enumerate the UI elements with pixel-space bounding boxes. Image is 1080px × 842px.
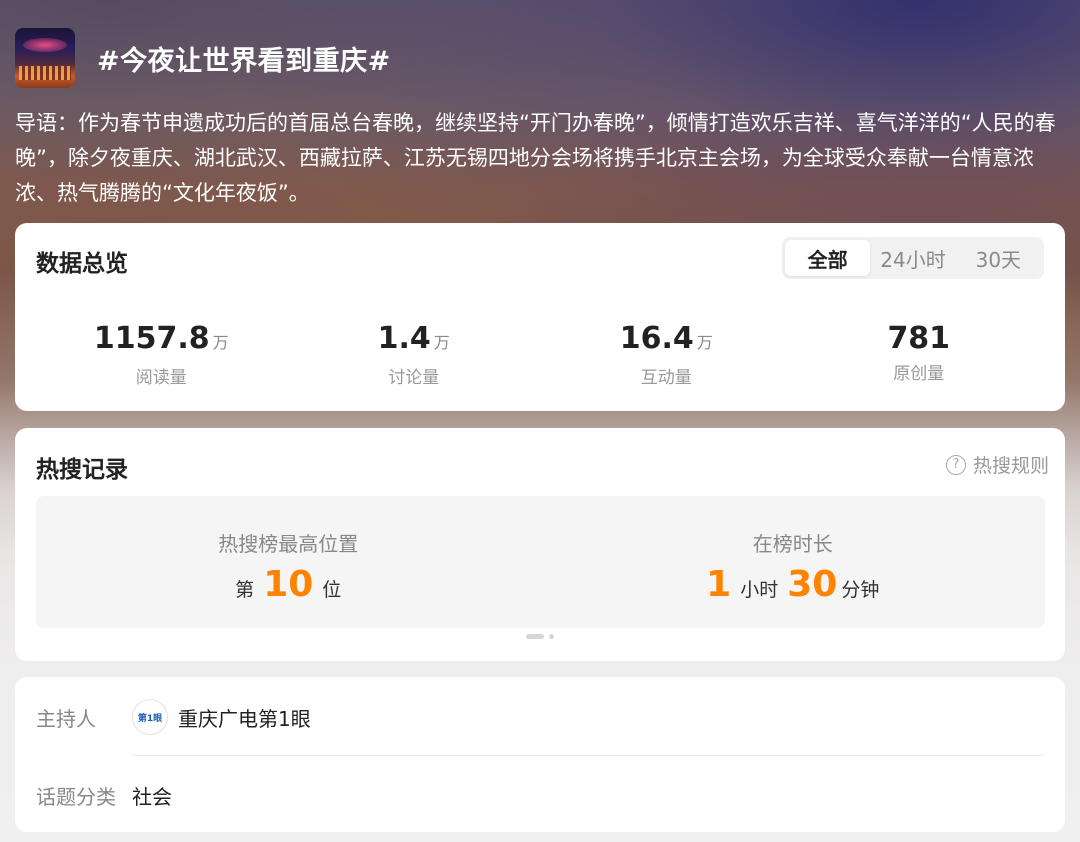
duration-label: 在榜时长 [752, 532, 833, 556]
host-label: 主持人 [36, 706, 96, 731]
topic-info-card: 主持人 第1眼 重庆广电第1眼 话题分类 社会 [15, 677, 1065, 832]
topic-title: #今夜让世界看到重庆# [97, 45, 391, 77]
duration-minutes: 30 [787, 564, 838, 605]
page-indicator [526, 634, 554, 639]
duration-hours: 1 [706, 564, 732, 605]
stat-interactions: 16.4 万 互动量 [540, 321, 793, 388]
hot-search-title: 热搜记录 [36, 457, 128, 483]
host-name[interactable]: 重庆广电第1眼 [178, 703, 311, 732]
peak-position-label: 热搜榜最高位置 [218, 532, 359, 556]
peak-suffix: 位 [322, 579, 342, 601]
category-label: 话题分类 [36, 784, 116, 809]
host-avatar[interactable]: 第1眼 [132, 699, 168, 735]
category-value: 社会 [132, 784, 172, 809]
stat-reads: 1157.8 万 阅读量 [35, 321, 288, 388]
stat-discussions: 1.4 万 讨论量 [288, 321, 541, 388]
hot-search-card: 热搜记录 ? 热搜规则 热搜榜最高位置 第 10 位 在榜时长 1 小时 30 … [15, 428, 1065, 661]
hot-search-stats: 热搜榜最高位置 第 10 位 在榜时长 1 小时 30 分钟 [36, 496, 1045, 628]
topic-header: #今夜让世界看到重庆# [15, 28, 391, 88]
duration-hours-unit: 小时 [740, 579, 779, 601]
page-indicator-active [526, 634, 544, 639]
tab-30d[interactable]: 30天 [956, 240, 1041, 276]
stats-row: 1157.8 万 阅读量 1.4 万 讨论量 16.4 万 互动量 781 原创量 [35, 321, 1045, 388]
stat-originals-value: 781 [887, 321, 951, 356]
peak-position: 热搜榜最高位置 第 10 位 [36, 496, 541, 628]
category-row: 话题分类 社会 [36, 777, 172, 813]
tab-24h[interactable]: 24小时 [870, 240, 955, 276]
stat-discussions-label: 讨论量 [388, 368, 440, 388]
peak-prefix: 第 [235, 579, 255, 601]
data-overview-title: 数据总览 [36, 251, 128, 277]
question-circle-icon: ? [945, 454, 966, 475]
host-row: 主持人 第1眼 重庆广电第1眼 [36, 697, 311, 737]
page-indicator-dot [549, 634, 554, 639]
stat-interactions-label: 互动量 [640, 368, 692, 388]
stat-reads-value: 1157.8 [93, 321, 210, 356]
time-range-tabs: 全部 24小时 30天 [782, 237, 1044, 279]
duration-minutes-unit: 分钟 [841, 579, 880, 601]
stat-originals: 781 原创量 [793, 321, 1046, 388]
topic-cover-image [15, 28, 75, 88]
stat-interactions-value: 16.4 [619, 321, 694, 356]
tab-all[interactable]: 全部 [785, 240, 871, 276]
stat-reads-unit: 万 [212, 333, 229, 352]
hot-search-rules-label: 热搜规则 [972, 455, 1049, 477]
stat-originals-label: 原创量 [893, 364, 945, 384]
stat-interactions-unit: 万 [696, 333, 713, 352]
data-overview-card: 数据总览 全部 24小时 30天 1157.8 万 阅读量 1.4 万 讨论量 16… [15, 223, 1065, 411]
peak-value: 10 [263, 564, 314, 605]
hot-search-rules-link[interactable]: ? 热搜规则 [945, 451, 1049, 478]
topic-intro: 导语：作为春节申遗成功后的首届总台春晚，继续坚持“开门办春晚”，倾情打造欢乐吉祥… [15, 111, 1056, 205]
on-list-duration: 在榜时长 1 小时 30 分钟 [541, 496, 1046, 628]
stat-reads-label: 阅读量 [135, 368, 187, 388]
stat-discussions-unit: 万 [433, 333, 450, 352]
stat-discussions-value: 1.4 [377, 321, 431, 356]
info-divider [132, 755, 1044, 756]
